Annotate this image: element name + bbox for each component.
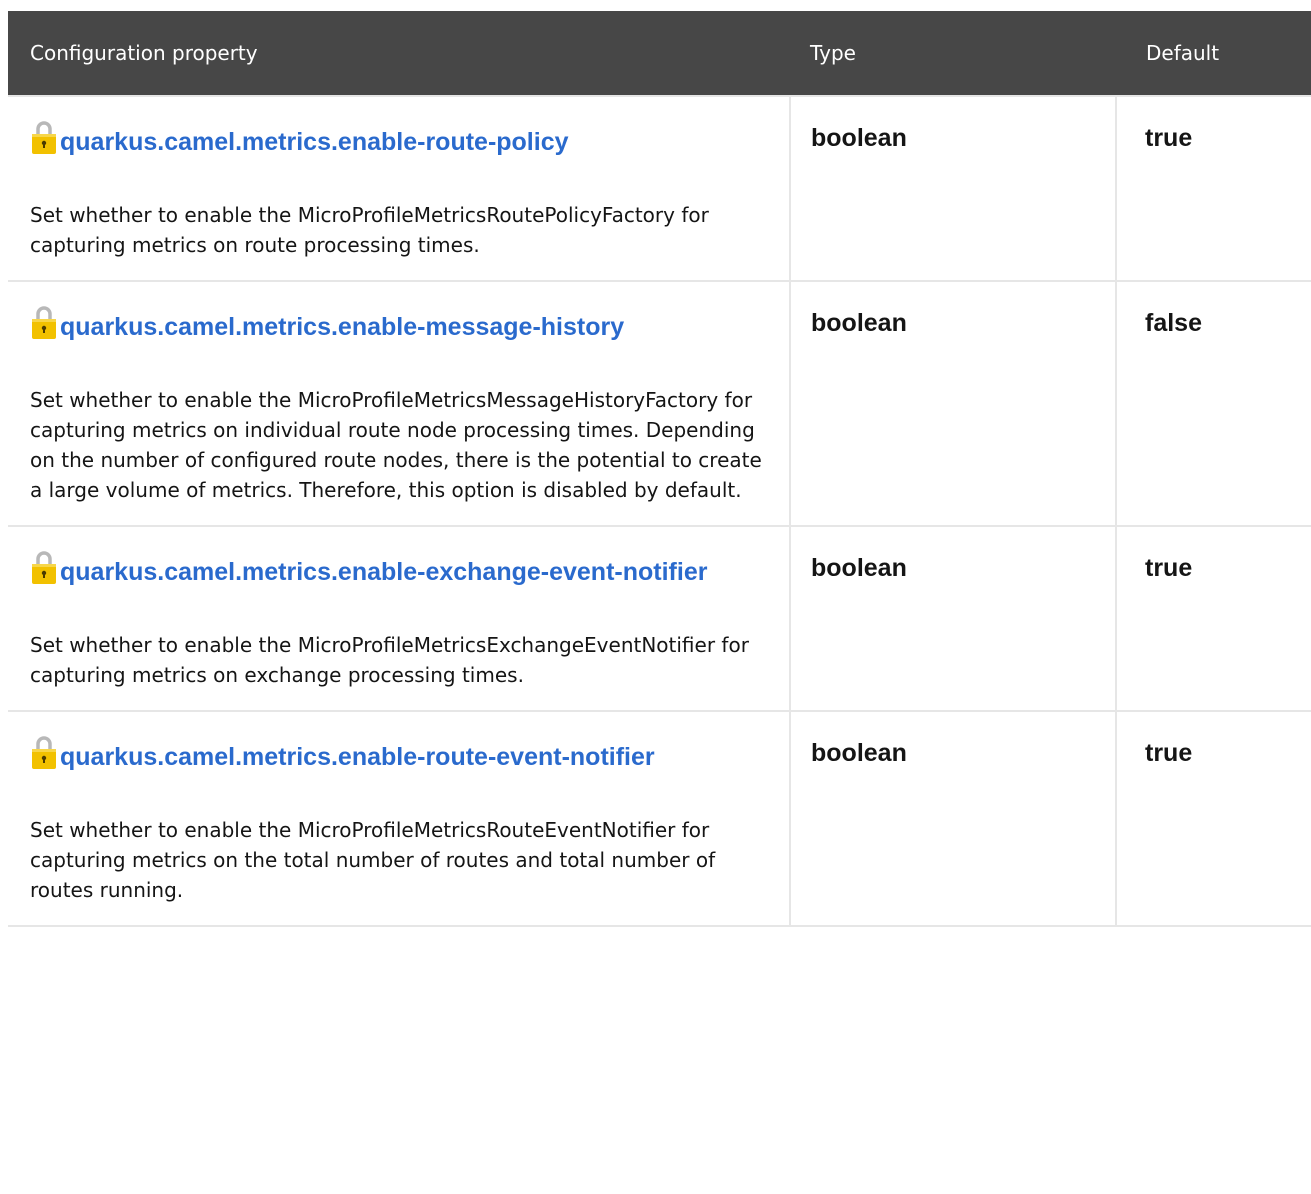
property-description: Set whether to enable the MicroProfileMe… — [30, 633, 749, 687]
default-cell: false — [1115, 280, 1311, 527]
config-properties-table: Configuration property Type Default quar… — [8, 11, 1311, 927]
lock-icon — [30, 119, 58, 155]
property-heading: quarkus.camel.metrics.enable-message-his… — [30, 304, 773, 343]
table-body: quarkus.camel.metrics.enable-route-polic… — [8, 95, 1311, 927]
property-cell: quarkus.camel.metrics.enable-exchange-ev… — [8, 525, 791, 712]
property-description: Set whether to enable the MicroProfileMe… — [30, 203, 709, 257]
lock-icon — [30, 304, 58, 340]
property-cell: quarkus.camel.metrics.enable-message-his… — [8, 280, 791, 527]
type-cell: boolean — [789, 95, 1117, 282]
property-description: Set whether to enable the MicroProfileMe… — [30, 818, 716, 902]
property-cell: quarkus.camel.metrics.enable-route-event… — [8, 710, 791, 927]
property-name-link[interactable]: quarkus.camel.metrics.enable-route-polic… — [60, 126, 569, 158]
table-row: quarkus.camel.metrics.enable-exchange-ev… — [8, 525, 1311, 712]
lock-icon — [30, 734, 58, 770]
table-row: quarkus.camel.metrics.enable-route-polic… — [8, 95, 1311, 282]
property-description: Set whether to enable the MicroProfileMe… — [30, 388, 762, 502]
property-heading: quarkus.camel.metrics.enable-exchange-ev… — [30, 549, 773, 588]
table-row: quarkus.camel.metrics.enable-route-event… — [8, 710, 1311, 927]
table-header: Configuration property Type Default — [8, 11, 1311, 96]
property-name-link[interactable]: quarkus.camel.metrics.enable-message-his… — [60, 311, 624, 343]
property-name-link[interactable]: quarkus.camel.metrics.enable-route-event… — [60, 741, 655, 773]
type-cell: boolean — [789, 710, 1117, 927]
property-heading: quarkus.camel.metrics.enable-route-polic… — [30, 119, 773, 158]
default-cell: true — [1115, 525, 1311, 712]
header-row: Configuration property Type Default — [8, 11, 1311, 96]
type-cell: boolean — [789, 525, 1117, 712]
property-cell: quarkus.camel.metrics.enable-route-polic… — [8, 95, 791, 282]
header-configuration-property: Configuration property — [8, 11, 790, 96]
default-cell: true — [1115, 95, 1311, 282]
property-name-link[interactable]: quarkus.camel.metrics.enable-exchange-ev… — [60, 556, 707, 588]
property-heading: quarkus.camel.metrics.enable-route-event… — [30, 734, 773, 773]
header-default: Default — [1116, 11, 1311, 96]
lock-icon — [30, 549, 58, 585]
table-row: quarkus.camel.metrics.enable-message-his… — [8, 280, 1311, 527]
header-type: Type — [790, 11, 1116, 96]
type-cell: boolean — [789, 280, 1117, 527]
default-cell: true — [1115, 710, 1311, 927]
